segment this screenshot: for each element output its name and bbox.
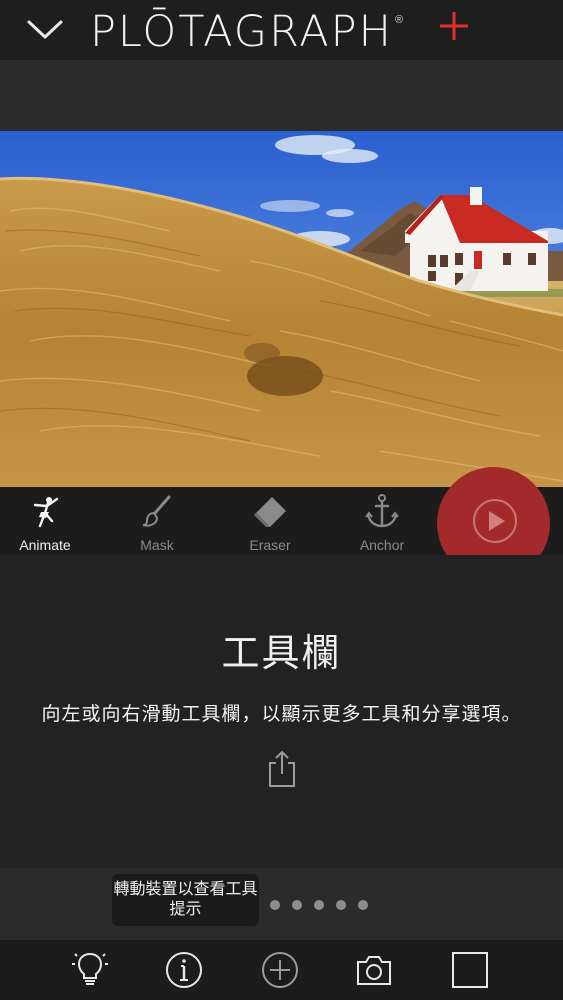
- camera-icon[interactable]: [354, 950, 394, 990]
- logo-text: PLŌTAGRAPH: [90, 7, 393, 57]
- bottom-bar: [0, 940, 563, 1000]
- tool-eraser[interactable]: Eraser: [225, 487, 315, 555]
- play-icon[interactable]: [472, 498, 518, 544]
- anchor-icon: [365, 494, 399, 528]
- share-icon[interactable]: [266, 750, 298, 788]
- tool-anchor[interactable]: Anchor: [337, 487, 427, 555]
- page-dot[interactable]: [270, 900, 280, 910]
- page-dot[interactable]: [336, 900, 346, 910]
- tip-title: 工具欄: [221, 633, 342, 675]
- tip-description: 向左或向右滑動工具欄，以顯示更多工具和分享選項。: [41, 704, 522, 725]
- page-dot[interactable]: [292, 900, 302, 910]
- app-header: PLŌTAGRAPH ®: [0, 0, 563, 60]
- info-icon[interactable]: [164, 950, 204, 990]
- animate-dancer-icon: [33, 497, 59, 528]
- page-dot[interactable]: [358, 900, 368, 910]
- tool-mask[interactable]: Mask: [112, 487, 202, 555]
- landscape-image: [0, 131, 563, 487]
- tool-label: Mask: [140, 537, 174, 553]
- plus-icon[interactable]: [438, 10, 470, 42]
- brush-icon: [142, 495, 171, 527]
- photo-canvas[interactable]: [0, 131, 563, 487]
- page-indicator-bar: [0, 868, 563, 940]
- chevron-down-icon[interactable]: [26, 16, 64, 42]
- add-circle-icon[interactable]: [260, 950, 300, 990]
- page-dot[interactable]: [314, 900, 324, 910]
- header-subbar: [0, 60, 563, 131]
- app-logo: PLŌTAGRAPH ®: [90, 6, 404, 57]
- tool-label: Eraser: [249, 537, 291, 553]
- lightbulb-icon[interactable]: [70, 950, 110, 990]
- square-icon[interactable]: [450, 950, 490, 990]
- rotate-device-tooltip: 轉動裝置以查看工具提示: [112, 874, 259, 926]
- registered-mark: ®: [394, 14, 404, 26]
- eraser-icon: [254, 497, 286, 527]
- tool-animate[interactable]: Animate: [0, 487, 90, 555]
- tool-label: Animate: [19, 537, 71, 553]
- tool-label: Anchor: [359, 537, 405, 553]
